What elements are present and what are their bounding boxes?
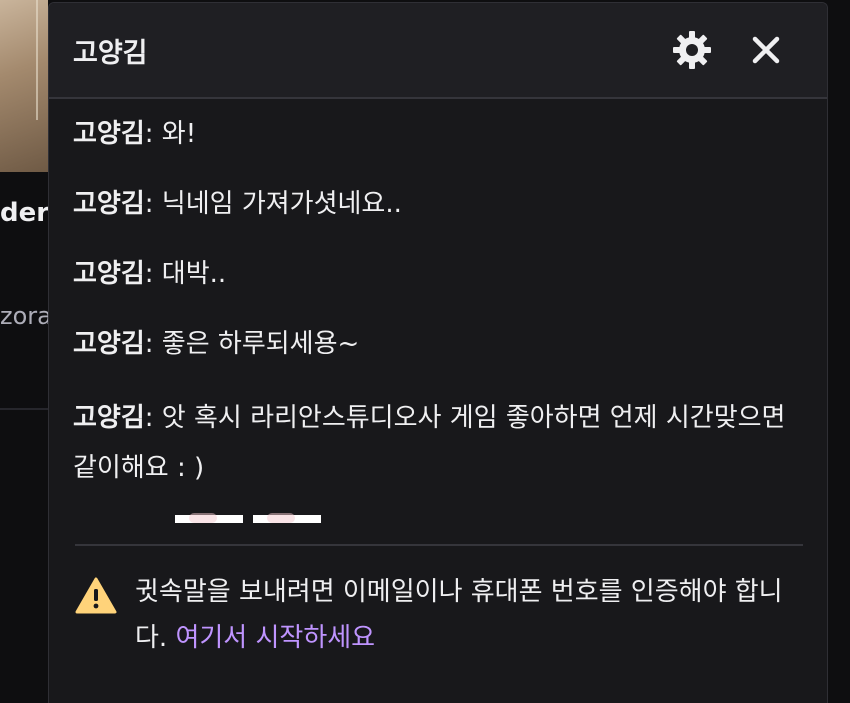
message-separator: : bbox=[144, 329, 162, 359]
stream-thumbnail[interactable] bbox=[0, 0, 48, 172]
background-right-edge bbox=[826, 0, 850, 688]
message-separator: : bbox=[144, 119, 162, 149]
whisper-header: 고양김 bbox=[49, 3, 827, 99]
message-text: 닉네임 가져가셧네요.. bbox=[161, 189, 402, 219]
message-author[interactable]: 고양김 bbox=[73, 403, 145, 433]
message-separator: : bbox=[144, 403, 162, 433]
chat-message: 고양김: 닉네임 가져가셧네요.. bbox=[73, 179, 805, 229]
message-author[interactable]: 고양김 bbox=[73, 119, 145, 149]
notice-text: 귓속말을 보내려면 이메일이나 휴대폰 번호를 인증해야 합니다. 여기서 시작… bbox=[135, 569, 805, 661]
message-text: 와! bbox=[161, 119, 197, 149]
settings-button[interactable] bbox=[669, 27, 715, 73]
whisper-panel: 고양김 고양김: 와! 고양김: 닉네임 가져가셧네요.. 고양김: 대박.. … bbox=[48, 2, 828, 703]
message-text: 대박.. bbox=[161, 259, 227, 289]
get-started-link[interactable]: 여기서 시작하세요 bbox=[175, 623, 375, 653]
message-text: 좋은 하루되세용~ bbox=[161, 329, 360, 359]
background-stream-subtitle: zora bbox=[0, 302, 52, 330]
chat-message: 고양김: 와! bbox=[73, 109, 805, 159]
emote-image bbox=[175, 513, 243, 523]
chat-message: 고양김: 대박.. bbox=[73, 249, 805, 299]
message-author[interactable]: 고양김 bbox=[73, 259, 145, 289]
emote-image bbox=[253, 513, 321, 523]
divider bbox=[75, 544, 803, 546]
background-stream-title: der bbox=[0, 198, 50, 228]
whisper-title: 고양김 bbox=[73, 38, 148, 69]
message-author[interactable]: 고양김 bbox=[73, 189, 145, 219]
close-icon bbox=[752, 36, 780, 64]
message-separator: : bbox=[144, 189, 162, 219]
message-separator: : bbox=[144, 259, 162, 289]
background-divider bbox=[0, 408, 48, 410]
close-button[interactable] bbox=[743, 27, 789, 73]
message-author[interactable]: 고양김 bbox=[73, 329, 145, 359]
chat-message: 고양김: 앗 혹시 라리안스튜디오사 게임 좋아하면 언제 시간맞으면 같이해요… bbox=[73, 393, 805, 493]
message-text: 앗 혹시 라리안스튜디오사 게임 좋아하면 언제 시간맞으면 같이해요 : ) bbox=[73, 403, 786, 483]
chat-message: 고양김: 좋은 하루되세용~ bbox=[73, 319, 805, 369]
warning-triangle-icon bbox=[75, 577, 117, 614]
gear-icon bbox=[673, 31, 711, 69]
